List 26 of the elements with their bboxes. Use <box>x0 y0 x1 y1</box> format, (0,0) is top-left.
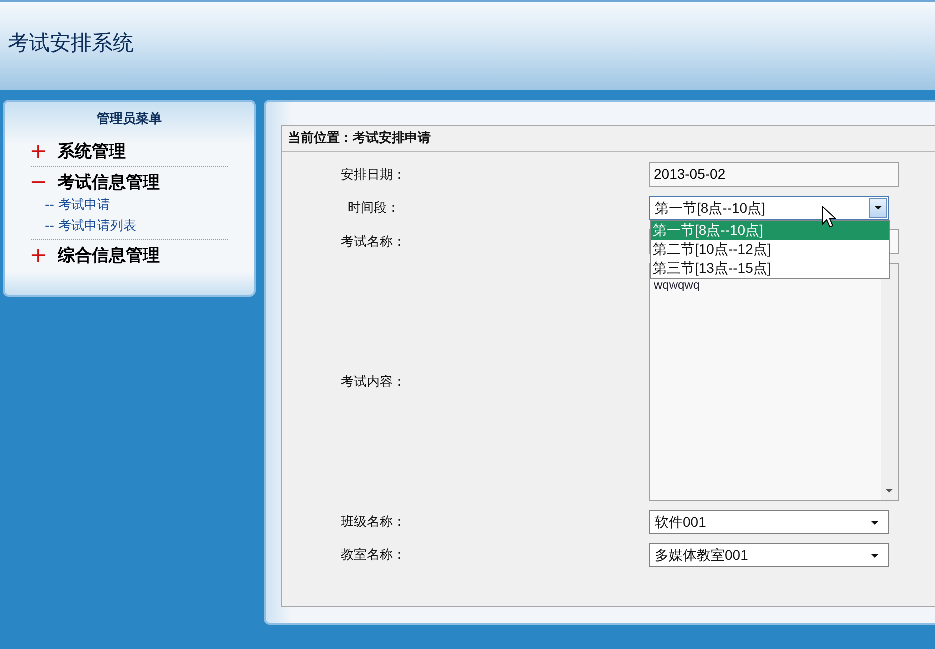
field-label: 考试内容： <box>340 374 407 391</box>
menu-group[interactable]: 考试信息管理 <box>58 170 160 194</box>
dropdown-option[interactable]: 第二节[10点--12点] <box>651 240 889 259</box>
menu-group[interactable]: 系统管理 <box>58 140 126 162</box>
menu-link[interactable]: -- 考试申请列表 <box>31 216 228 237</box>
plus-icon[interactable] <box>31 144 46 158</box>
field-label: 时间段： <box>347 200 401 217</box>
dropdown[interactable]: 多媒体教室001 <box>649 543 889 567</box>
dropdown-option[interactable]: 第一节[8点--10点] <box>651 221 889 240</box>
dropdown[interactable]: 软件001 <box>649 510 889 534</box>
menu-group[interactable]: 综合信息管理 <box>58 244 160 266</box>
sidebar-title: 管理员菜单 <box>96 111 163 129</box>
text-area-content: wqwqwq <box>654 278 700 292</box>
dropdown-arrow-icon[interactable] <box>870 520 880 526</box>
menu-link[interactable]: -- 考试申请 <box>31 195 228 216</box>
dropdown-arrow-icon[interactable] <box>870 553 880 559</box>
input-field[interactable]: 2013-05-02 <box>649 162 899 187</box>
scroll-down-icon[interactable] <box>885 488 894 494</box>
field-label: 安排日期： <box>340 166 407 184</box>
app-title: 考试安排系统 <box>8 30 134 57</box>
field-label: 教室名称： <box>340 547 407 564</box>
scrollbar[interactable] <box>881 264 898 500</box>
plus-icon[interactable] <box>31 248 46 262</box>
field-label: 考试名称： <box>340 234 407 250</box>
breadcrumb: 当前位置：考试安排申请 <box>282 126 935 152</box>
field-label: 班级名称： <box>340 514 407 531</box>
